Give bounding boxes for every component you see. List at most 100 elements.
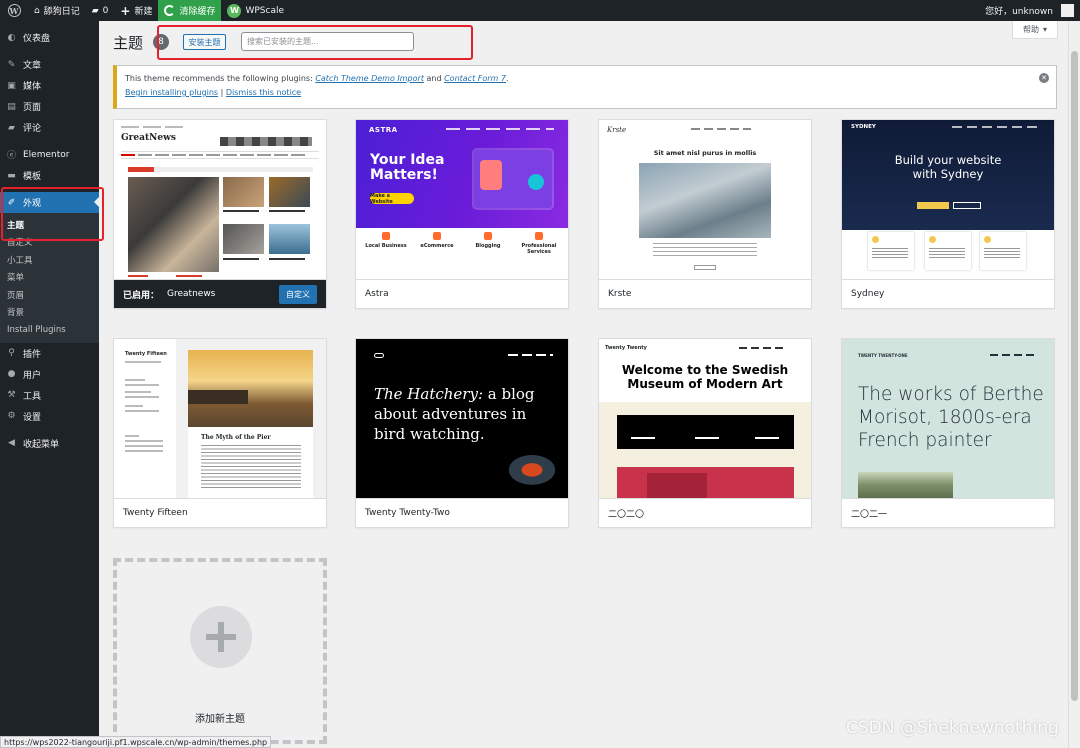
screenshot-image: [858, 472, 953, 498]
menu-label: 用户: [23, 370, 42, 381]
pin-icon: ✎: [7, 59, 16, 70]
screenshot-illustration: [474, 150, 552, 208]
screenshot-text: [653, 243, 757, 257]
theme-screenshot: SYDNEY Build your website with Sydney: [842, 120, 1054, 279]
headline-line: with Sydney: [912, 167, 984, 181]
screenshot-nav: [952, 126, 1042, 128]
theme-card-twenty-twenty[interactable]: Twenty Twenty Welcome to the Swedish Muse…: [598, 338, 812, 528]
screenshot-caption: [223, 210, 259, 212]
screenshot-info-bar: [617, 415, 794, 449]
menu-templates[interactable]: ▬ 模板: [0, 165, 99, 186]
screenshot-post-title: The Myth of the Pier: [201, 434, 271, 441]
menu-collapse[interactable]: ◀ 收起菜单: [0, 433, 99, 454]
theme-screenshot: TWENTY TWENTY-ONE The works of Berthe Mo…: [842, 339, 1054, 498]
submenu-menus[interactable]: 菜单: [0, 269, 99, 287]
theme-name: Astra: [365, 289, 389, 299]
add-theme-button[interactable]: 安装主题: [183, 34, 226, 50]
screenshot-logo: [374, 353, 384, 358]
search-themes-input[interactable]: [241, 32, 414, 51]
account-menu[interactable]: 您好，unknown: [979, 0, 1080, 21]
page-header: 主题 8: [113, 32, 170, 52]
menu-users[interactable]: ● 用户: [0, 364, 99, 385]
menu-tools[interactable]: ⚒ 工具: [0, 385, 99, 406]
menu-dashboard[interactable]: ◐ 仪表盘: [0, 27, 99, 48]
help-label: 帮助: [1022, 25, 1039, 34]
theme-card-twenty-twenty-one[interactable]: TWENTY TWENTY-ONE The works of Berthe Mo…: [841, 338, 1055, 528]
screenshot-thumb: [269, 224, 310, 254]
screenshot-caption: [269, 210, 305, 212]
theme-name: 二〇二一: [851, 509, 888, 520]
headline-line: Museum of Modern Art: [627, 377, 783, 391]
menu-elementor[interactable]: ⓔ Elementor: [0, 144, 99, 165]
comments-count: 0: [102, 5, 109, 16]
wordpress-logo-button[interactable]: W: [0, 0, 28, 21]
dismiss-notice-link[interactable]: Dismiss this notice: [226, 88, 301, 97]
new-content-link[interactable]: + 新建: [114, 0, 158, 21]
theme-card-twenty-fifteen[interactable]: Twenty Fifteen The Myth of the Pier Twen…: [113, 338, 327, 528]
screenshot-site-title: Twenty Twenty: [605, 345, 647, 351]
submenu-install-plugins[interactable]: Install Plugins: [0, 321, 99, 339]
screenshot-headline: Sit amet nisl purus in mollis: [653, 149, 757, 157]
screenshot-logo: Krste: [607, 126, 627, 134]
begin-installing-link[interactable]: Begin installing plugins: [125, 88, 218, 97]
submenu-customize[interactable]: 自定义: [0, 234, 99, 252]
screenshot-headline: The Hatchery: a blog about adventures in b…: [374, 384, 544, 444]
screenshot-headline: The works of Berthe Morisot, 1800s-era F…: [858, 384, 1044, 451]
wpscale-link[interactable]: W WPScale: [221, 0, 290, 21]
clear-cache-button[interactable]: 清除缓存: [158, 0, 222, 21]
theme-card-krste[interactable]: Krste Sit amet nisl purus in mollis Krst…: [598, 119, 812, 309]
media-icon: ▣: [7, 80, 16, 91]
theme-footer: Twenty Fifteen: [114, 498, 326, 527]
scrollbar[interactable]: [1068, 21, 1080, 748]
submenu-header[interactable]: 页眉: [0, 286, 99, 304]
menu-media[interactable]: ▣ 媒体: [0, 75, 99, 96]
brush-icon: ✐: [7, 197, 16, 208]
screenshot-nav: [691, 128, 751, 130]
new-content-label: 新建: [134, 7, 153, 17]
theme-name: 二〇二〇: [608, 509, 645, 520]
add-new-theme-card[interactable]: 添加新主题: [113, 558, 327, 744]
scrollbar-thumb[interactable]: [1071, 51, 1078, 701]
plugin-link-contact-form[interactable]: Contact Form 7: [444, 74, 506, 83]
submenu-widgets[interactable]: 小工具: [0, 251, 99, 269]
menu-pages[interactable]: ▤ 页面: [0, 96, 99, 117]
headline-line: Matters!: [370, 167, 438, 183]
menu-label: 模板: [23, 172, 42, 182]
theme-footer: Sydney: [842, 279, 1054, 308]
theme-card-twenty-twenty-two[interactable]: The Hatchery: a blog about adventures in b…: [355, 338, 569, 528]
plugin-link-demo-import[interactable]: Catch Theme Demo Import: [315, 74, 424, 83]
help-tab[interactable]: 帮助 ▾: [1012, 21, 1058, 39]
admin-bar: W ⌂ 舔狗日记 ▰ 0 + 新建 清除缓存 W WPScale 您好，unkn…: [0, 0, 1080, 21]
theme-card-sydney[interactable]: SYDNEY Build your website with Sydney Syd…: [841, 119, 1055, 309]
theme-screenshot: Twenty Fifteen The Myth of the Pier: [114, 339, 326, 498]
greeting: 您好，unknown: [985, 7, 1053, 17]
elementor-icon: ⓔ: [6, 151, 16, 161]
theme-footer: 已启用： Greatnews 自定义: [114, 279, 326, 308]
screenshot-ticker: [128, 167, 313, 172]
wpscale-icon: W: [227, 3, 242, 18]
theme-card-astra[interactable]: ASTRA Your Idea Matters! Make a Website L…: [355, 119, 569, 309]
close-icon[interactable]: ✕: [1039, 73, 1049, 83]
menu-comments[interactable]: ▰ 评论: [0, 117, 99, 138]
submenu-themes[interactable]: 主题: [0, 216, 99, 234]
screenshot-feature: Blogging: [464, 232, 512, 251]
menu-plugins[interactable]: ⚲ 插件: [0, 343, 99, 364]
theme-screenshot: Krste Sit amet nisl purus in mollis: [599, 120, 811, 279]
plus-icon: +: [120, 3, 131, 18]
page-title: 主题: [113, 33, 144, 52]
menu-posts[interactable]: ✎ 文章: [0, 54, 99, 75]
menu-settings[interactable]: ⚙ 设置: [0, 406, 99, 427]
screenshot-site-title: Twenty Fifteen: [125, 351, 167, 357]
headline-line: Your Idea: [370, 152, 445, 168]
customize-button[interactable]: 自定义: [279, 285, 317, 304]
site-name-link[interactable]: ⌂ 舔狗日记: [28, 0, 86, 21]
screenshot-headline: Your Idea Matters!: [370, 153, 444, 183]
headline-line: about adventures in: [374, 405, 527, 423]
menu-appearance[interactable]: ✐ 外观: [0, 192, 99, 213]
comment-icon: ▰: [91, 5, 99, 16]
theme-name: Twenty Fifteen: [123, 508, 188, 518]
theme-card-greatnews[interactable]: GreatNews 已启用： Greatnews 自定义: [113, 119, 327, 309]
submenu-background[interactable]: 背景: [0, 304, 99, 322]
feature-label: Local Business: [365, 243, 407, 249]
comments-link[interactable]: ▰ 0: [86, 0, 115, 21]
